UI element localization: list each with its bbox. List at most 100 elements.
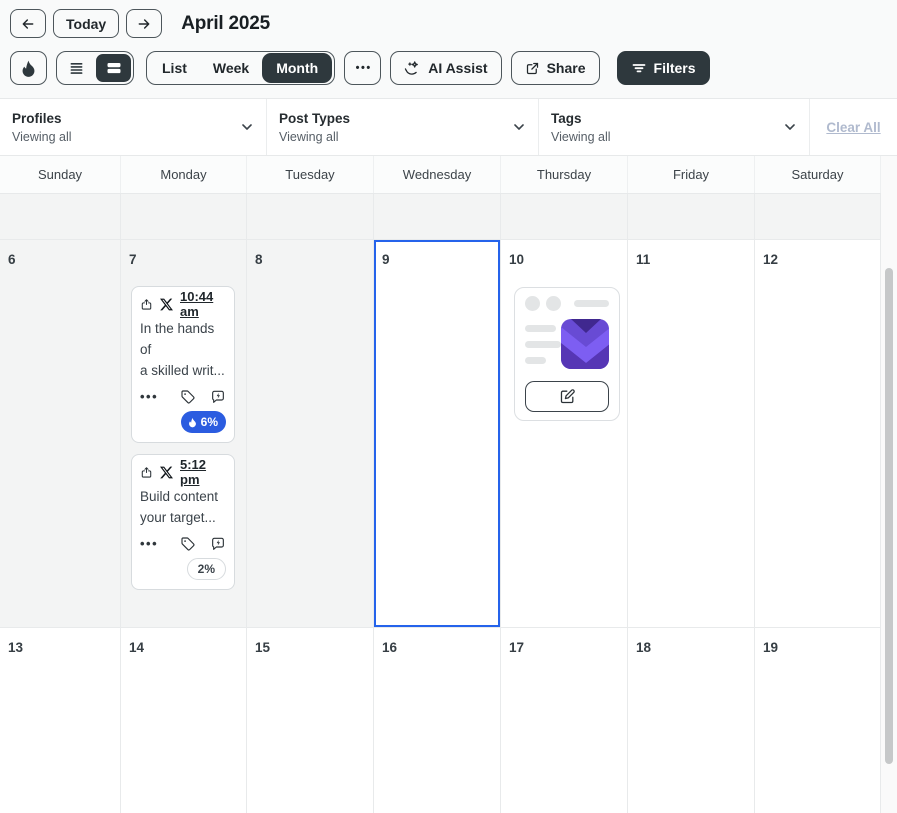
date-number: 8 [247,240,373,267]
list-lines-icon [69,61,84,76]
tab-month[interactable]: Month [262,53,332,83]
share-label: Share [547,60,586,76]
card-rows-icon [106,60,122,76]
share-button[interactable]: Share [511,51,600,85]
day-cell[interactable] [501,194,628,239]
placeholder-bar [525,325,556,332]
filter-bar: Profiles Viewing all Post Types Viewing … [0,99,897,156]
profiles-filter-value: Viewing all [12,130,266,144]
today-button[interactable]: Today [53,9,119,38]
engagement-value: 6% [201,415,218,429]
tag-icon[interactable] [180,389,196,405]
placeholder-bar [525,357,546,364]
date-number: 6 [0,240,120,267]
next-period-button[interactable] [126,9,162,38]
placeholder-bar [574,300,609,307]
tags-filter-dropdown[interactable]: Tags Viewing all [539,99,810,155]
day-cell-apr-14[interactable]: 14 [121,628,247,813]
day-cell-apr-16[interactable]: 16 [374,628,501,813]
scrollbar-track[interactable] [881,156,897,813]
post-card-512pm[interactable]: 5:12 pm Build content your target... ••• [131,454,235,590]
chevron-down-icon [782,119,798,135]
day-cell-apr-11[interactable]: 11 [628,240,755,627]
day-cell[interactable] [0,194,121,239]
tab-list[interactable]: List [149,53,200,83]
filter-lines-icon [631,60,647,76]
share-external-icon [525,61,540,76]
clear-all-link[interactable]: Clear All [810,99,897,155]
day-header-tuesday: Tuesday [247,156,374,193]
tag-icon[interactable] [180,536,196,552]
date-number: 19 [755,628,880,655]
day-header-friday: Friday [628,156,755,193]
draft-placeholder-card[interactable] [514,287,620,421]
day-cell-apr-17[interactable]: 17 [501,628,628,813]
compact-list-view-button[interactable] [59,54,94,82]
post-menu-button[interactable]: ••• [140,541,158,546]
day-cell-apr-13[interactable]: 13 [0,628,121,813]
purple-envelope-art [561,319,609,369]
ai-assist-button[interactable]: AI Assist [390,51,501,85]
date-number: 11 [628,240,754,267]
arrow-left-icon [20,16,36,32]
boost-comment-icon[interactable] [210,389,226,405]
day-cell-apr-12[interactable]: 12 [755,240,881,627]
post-card-header: 10:44 am [140,296,226,312]
badge-row: 2% [140,558,226,580]
placeholder-circle [525,296,540,311]
day-cell-apr-18[interactable]: 18 [628,628,755,813]
streak-flame-button[interactable] [10,51,47,85]
ai-sparkle-hand-icon [404,60,421,77]
day-cell-apr-6[interactable]: 6 [0,240,121,627]
pencil-square-icon [559,388,576,405]
day-cell[interactable] [121,194,247,239]
tags-filter-label: Tags [551,111,809,126]
day-cell-apr-8[interactable]: 8 [247,240,374,627]
density-toggle [56,51,134,85]
date-number: 7 [121,240,246,267]
day-cell[interactable] [247,194,374,239]
edit-draft-button[interactable] [525,381,609,412]
page-title: April 2025 [181,13,270,35]
navigation-row: Today April 2025 [10,9,887,38]
boost-comment-icon[interactable] [210,536,226,552]
post-time-link[interactable]: 5:12 pm [180,457,226,487]
placeholder-bars [525,325,561,369]
day-cell-apr-10[interactable]: 10 [501,240,628,627]
day-cell-apr-9-selected[interactable]: 9 [374,240,501,627]
filters-label: Filters [654,60,696,76]
filters-button[interactable]: Filters [617,51,710,85]
more-options-button[interactable]: ••• [344,51,381,85]
placeholder-row [525,296,609,311]
card-view-button[interactable] [96,54,131,82]
day-cell-apr-15[interactable]: 15 [247,628,374,813]
scrollbar-thumb[interactable] [885,268,893,764]
day-cell-apr-7[interactable]: 7 10:44 am In the hands of a skilled wri… [121,240,247,627]
prev-period-button[interactable] [10,9,46,38]
date-number: 15 [247,628,373,655]
post-text: Build content your target... [140,486,226,528]
day-cell-apr-19[interactable]: 19 [755,628,881,813]
post-card-1044am[interactable]: 10:44 am In the hands of a skilled writ.… [131,286,235,443]
post-time-link[interactable]: 10:44 am [180,289,226,319]
badge-row: 6% [140,411,226,433]
profiles-filter-dropdown[interactable]: Profiles Viewing all [0,99,267,155]
day-cell[interactable] [628,194,755,239]
tab-week[interactable]: Week [200,53,262,83]
week-row-apr-6-12: 6 7 10:44 am In the hands of a skilled w… [0,240,881,628]
post-menu-button[interactable]: ••• [140,394,158,399]
day-cell[interactable] [374,194,501,239]
ai-assist-label: AI Assist [428,60,487,76]
queue-tray-icon [140,466,153,479]
calendar-month-view: Sunday Monday Tuesday Wednesday Thursday… [0,156,897,813]
day-header-saturday: Saturday [755,156,881,193]
x-twitter-icon [160,298,173,311]
week-row-apr-13-19: 13 14 15 16 17 18 19 [0,628,881,813]
placeholder-body [525,319,609,369]
toolbar-row: List Week Month ••• AI Assist Share Filt… [10,51,887,85]
post-card-footer: ••• [140,536,226,552]
tags-filter-value: Viewing all [551,130,809,144]
arrow-right-icon [136,16,152,32]
post-types-filter-dropdown[interactable]: Post Types Viewing all [267,99,539,155]
day-cell[interactable] [755,194,881,239]
